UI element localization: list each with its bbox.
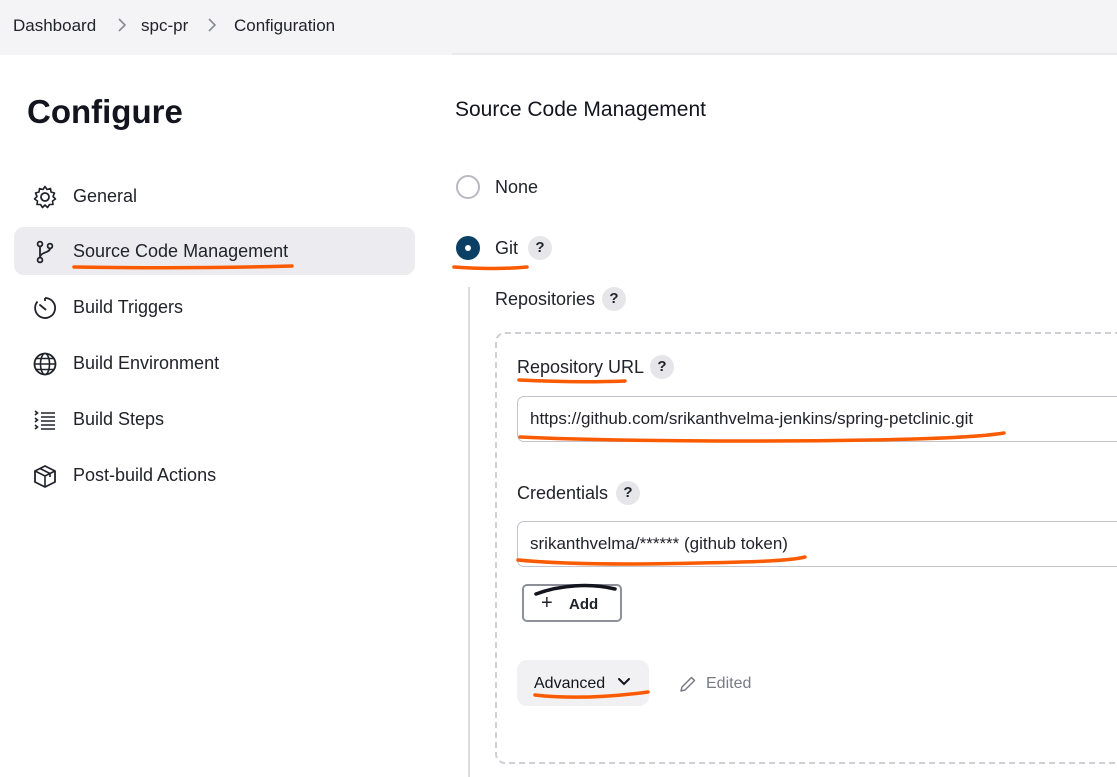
breadcrumb-dashboard[interactable]: Dashboard (13, 16, 96, 36)
chevron-right-icon (206, 15, 218, 35)
add-credentials-button[interactable]: + Add (522, 584, 622, 622)
sidebar-item-source-code-management[interactable]: Source Code Management (14, 227, 415, 275)
sidebar-item-build-steps[interactable]: Build Steps (14, 395, 415, 443)
add-button-label: Add (569, 596, 599, 613)
gear-icon (33, 185, 57, 209)
timer-icon (34, 297, 56, 319)
breadcrumb-divider (452, 53, 1117, 55)
help-icon[interactable]: ? (650, 355, 674, 379)
credentials-select[interactable]: srikanthvelma/****** (github token) (517, 521, 1117, 567)
sidebar-item-label: Build Environment (73, 353, 220, 373)
credentials-value: srikanthvelma/****** (github token) (530, 534, 788, 553)
repositories-label: Repositories (495, 289, 596, 309)
sidebar-item-label: Build Steps (73, 409, 165, 429)
globe-icon (33, 352, 57, 376)
advanced-button-label: Advanced (534, 675, 606, 692)
repository-url-input[interactable]: https://github.com/srikanthvelma-jenkins… (517, 396, 1117, 442)
sidebar-item-general[interactable]: General (14, 172, 415, 220)
annotation-underline (452, 265, 529, 271)
plus-icon: + (541, 592, 553, 614)
sidebar-item-label: Build Triggers (73, 297, 184, 317)
list-icon (34, 410, 55, 430)
sidebar-item-label: Post-build Actions (73, 465, 217, 485)
git-branch-icon (36, 240, 54, 264)
sidebar-item-post-build-actions[interactable]: Post-build Actions (14, 451, 415, 499)
page-title: Configure (27, 93, 183, 130)
chevron-right-icon (116, 15, 128, 35)
repository-url-value: https://github.com/srikanthvelma-jenkins… (530, 409, 974, 428)
help-icon[interactable]: ? (602, 287, 626, 311)
radio-git-label[interactable]: Git (495, 238, 518, 259)
edited-label: Edited (706, 675, 752, 692)
section-title: Source Code Management (455, 98, 706, 121)
advanced-button[interactable]: Advanced (517, 660, 649, 706)
sidebar-item-label: Source Code Management (73, 241, 289, 261)
git-section-divider (468, 287, 470, 777)
help-icon[interactable]: ? (528, 236, 552, 260)
breadcrumb-job[interactable]: spc-pr (141, 16, 188, 36)
box-icon (34, 465, 56, 488)
credentials-label: Credentials (517, 483, 609, 503)
radio-git[interactable] (456, 236, 480, 260)
sidebar-item-label: General (73, 186, 138, 206)
radio-none-label[interactable]: None (495, 177, 538, 198)
repository-url-label: Repository URL (517, 357, 645, 377)
radio-none[interactable] (456, 175, 480, 199)
sidebar-item-build-environment[interactable]: Build Environment (14, 339, 415, 387)
pencil-icon (680, 676, 696, 692)
sidebar-item-build-triggers[interactable]: Build Triggers (14, 283, 415, 331)
help-icon[interactable]: ? (616, 481, 640, 505)
breadcrumb-configuration[interactable]: Configuration (234, 16, 335, 36)
chevron-down-icon (618, 678, 630, 686)
